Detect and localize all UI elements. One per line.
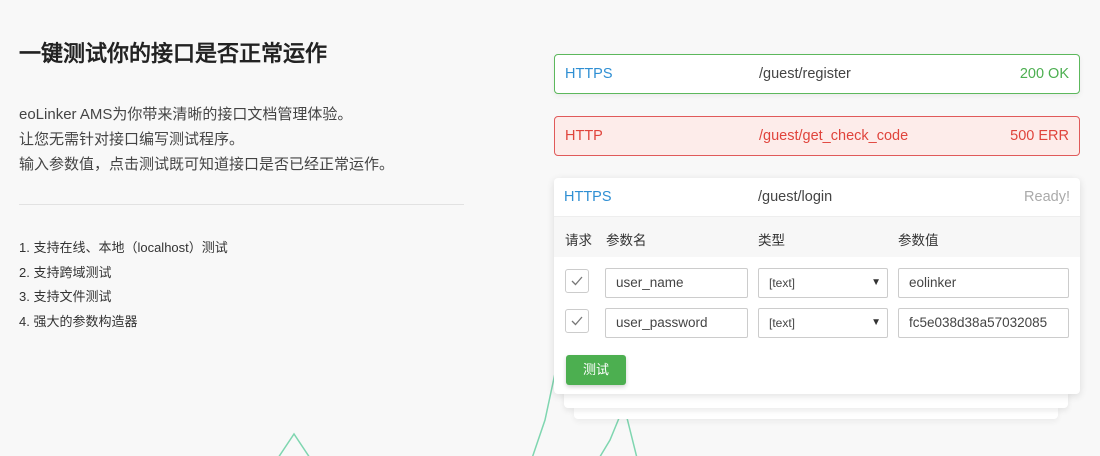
page-title: 一键测试你的接口是否正常运作: [19, 41, 328, 66]
feature-list: 1. 支持在线、本地（localhost）测试 2. 支持跨域测试 3. 支持文…: [19, 236, 228, 334]
api-path: /guest/get_check_code: [759, 128, 909, 144]
param-type-value: [text]: [769, 316, 796, 330]
param-name-input[interactable]: user_password: [605, 308, 748, 338]
feature-item: 1. 支持在线、本地（localhost）测试: [19, 240, 228, 255]
param-value-input[interactable]: eolinker: [898, 268, 1069, 298]
check-icon: [571, 276, 583, 286]
param-enable-checkbox[interactable]: [565, 309, 589, 333]
param-name-input[interactable]: user_name: [605, 268, 748, 298]
description-line: 输入参数值，点击测试既可知道接口是否已经正常运作。: [19, 156, 395, 173]
param-row: user_password [text] ▼ fc5e038d38a570320…: [554, 308, 1080, 338]
param-value-input[interactable]: fc5e038d38a57032085: [898, 308, 1069, 338]
status-badge: 500 ERR: [1010, 128, 1069, 144]
api-card-register[interactable]: HTTPS /guest/register 200 OK: [554, 54, 1080, 94]
api-card-get-check-code[interactable]: HTTP /guest/get_check_code 500 ERR: [554, 116, 1080, 156]
description: eoLinker AMS为你带来清晰的接口文档管理体验。 让您无需针对接口编写测…: [19, 102, 394, 177]
feature-item: 2. 支持跨域测试: [19, 264, 112, 280]
api-path: /guest/register: [759, 66, 851, 82]
feature-item: 4. 强大的参数构造器: [19, 313, 138, 329]
tester-header: HTTPS /guest/login Ready!: [554, 178, 1080, 217]
api-tester-card: HTTPS /guest/login Ready! 请求 参数名 类型 参数值 …: [554, 178, 1080, 394]
protocol-label: HTTP: [565, 128, 603, 144]
dropdown-arrow-icon: ▼: [871, 317, 881, 328]
param-row: user_name [text] ▼ eolinker: [554, 268, 1080, 298]
feature-item: 3. 支持文件测试: [19, 289, 112, 304]
column-header-value: 参数值: [898, 233, 939, 248]
protocol-label: HTTPS: [565, 66, 613, 82]
description-line: eoLinker AMS为你带来清晰的接口文档管理体验。: [19, 106, 353, 123]
column-header-request: 请求: [565, 233, 592, 248]
dropdown-arrow-icon: ▼: [871, 277, 881, 288]
description-line: 让您无需针对接口编写测试程序。: [19, 131, 245, 148]
param-type-select[interactable]: [text] ▼: [758, 308, 888, 338]
divider: [19, 204, 464, 205]
check-icon: [571, 316, 583, 326]
column-header-param-name: 参数名: [606, 233, 647, 248]
param-type-value: [text]: [769, 276, 796, 290]
status-badge: Ready!: [1024, 189, 1070, 205]
protocol-label: HTTPS: [564, 189, 612, 205]
status-badge: 200 OK: [1019, 66, 1069, 82]
column-header-type: 类型: [758, 233, 785, 248]
param-table-header: 请求 参数名 类型 参数值: [554, 217, 1080, 257]
param-type-select[interactable]: [text] ▼: [758, 268, 888, 298]
param-enable-checkbox[interactable]: [565, 269, 589, 293]
api-path: /guest/login: [758, 189, 833, 205]
test-button[interactable]: 测试: [566, 355, 626, 385]
